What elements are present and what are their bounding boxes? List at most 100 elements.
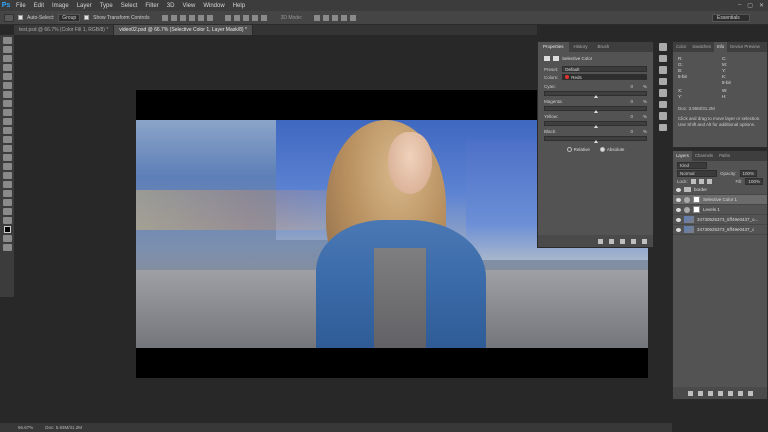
blend-mode-dropdown[interactable]: Normal [677, 169, 717, 177]
character-panel-icon[interactable] [659, 100, 667, 108]
slider-value-field[interactable]: 0% [617, 129, 647, 134]
slider-value[interactable]: 0 [630, 84, 633, 89]
distribute-left-icon[interactable] [251, 14, 258, 21]
slider-thumb[interactable] [593, 140, 598, 143]
link-layers-icon[interactable] [687, 390, 693, 396]
3d-roll-icon[interactable] [323, 14, 330, 21]
layer-mask-thumbnail[interactable] [693, 206, 700, 213]
relative-radio[interactable]: Relative [566, 147, 590, 153]
shape-tool-icon[interactable] [2, 190, 12, 197]
delete-icon[interactable] [642, 238, 647, 244]
menu-help[interactable]: Help [229, 3, 249, 9]
eye-icon[interactable] [676, 217, 681, 222]
slider-thumb[interactable] [593, 95, 598, 98]
slider-value[interactable]: 0 [630, 99, 633, 104]
pen-tool-icon[interactable] [2, 163, 12, 170]
lock-all-icon[interactable] [706, 178, 712, 184]
dodge-tool-icon[interactable] [2, 154, 12, 161]
opacity-field[interactable]: 100% [739, 169, 758, 177]
slider-value-field[interactable]: 0% [617, 84, 647, 89]
brush-presets-icon[interactable] [659, 89, 667, 97]
menu-view[interactable]: View [178, 3, 199, 9]
align-right-icon[interactable] [206, 14, 213, 21]
slider-value[interactable]: 0 [630, 129, 633, 134]
eraser-tool-icon[interactable] [2, 127, 12, 134]
absolute-radio[interactable]: Absolute [599, 147, 624, 153]
menu-image[interactable]: Image [48, 3, 73, 9]
colors-dropdown[interactable]: Reds [562, 74, 647, 80]
foreground-color-swatch[interactable] [3, 226, 11, 233]
align-bottom-icon[interactable] [179, 14, 186, 21]
layer-filter-dropdown[interactable]: Kind [677, 161, 707, 169]
layer-row[interactable]: 34730625373_6ff49e0437_o [673, 225, 767, 235]
path-select-tool-icon[interactable] [2, 181, 12, 188]
tab-channels[interactable]: Channels [692, 151, 716, 161]
move-tool-icon[interactable] [4, 13, 14, 22]
absolute-radio-dot[interactable] [599, 147, 605, 153]
slider-value-field[interactable]: 0% [617, 99, 647, 104]
tab-layers[interactable]: Layers [673, 151, 692, 161]
crop-tool-icon[interactable] [2, 73, 12, 80]
slider-track[interactable] [544, 121, 647, 128]
show-transform-checkbox[interactable] [84, 15, 90, 20]
slider-track[interactable] [544, 106, 647, 113]
new-group-icon[interactable] [727, 390, 733, 396]
close-icon[interactable]: ✕ [759, 2, 764, 9]
preset-dropdown[interactable]: Default [562, 66, 647, 72]
history-brush-tool-icon[interactable] [2, 118, 12, 125]
quick-mask-icon[interactable] [2, 235, 12, 242]
slider-track[interactable] [544, 136, 647, 143]
lock-position-icon[interactable] [698, 178, 704, 184]
adjustments-panel-icon[interactable] [659, 66, 667, 74]
menu-filter[interactable]: Filter [141, 3, 162, 9]
slider-thumb[interactable] [593, 125, 598, 128]
layer-mask-thumbnail[interactable] [693, 196, 700, 203]
tab-color[interactable]: Color [673, 42, 689, 52]
layer-row[interactable]: 34730625373_6ff49e0437_o... [673, 215, 767, 225]
tab-paths[interactable]: Paths [716, 151, 733, 161]
slider-value[interactable]: 0 [630, 114, 633, 119]
slider-value-field[interactable]: 0% [617, 114, 647, 119]
tab-properties[interactable]: Properties [538, 42, 569, 52]
maximize-icon[interactable]: ▢ [747, 2, 753, 9]
auto-select-checkbox[interactable] [18, 15, 23, 20]
layer-row[interactable]: Selective Color 1 [673, 195, 767, 205]
type-tool-icon[interactable] [2, 172, 12, 179]
menu-select[interactable]: Select [117, 3, 142, 9]
quick-select-tool-icon[interactable] [2, 64, 12, 71]
styles-panel-icon[interactable] [659, 77, 667, 85]
layer-row[interactable]: Levels 1 [673, 205, 767, 215]
tab-history[interactable]: History [569, 42, 593, 52]
3d-slide-icon[interactable] [341, 14, 348, 21]
minimize-icon[interactable]: – [738, 2, 741, 9]
brush-tool-icon[interactable] [2, 100, 12, 107]
screen-mode-icon[interactable] [2, 244, 12, 251]
3d-scale-icon[interactable] [350, 14, 357, 21]
blur-tool-icon[interactable] [2, 145, 12, 152]
fill-field[interactable]: 100% [745, 177, 763, 185]
tab-info[interactable]: Info [713, 42, 728, 52]
view-previous-icon[interactable] [609, 238, 614, 244]
menu-file[interactable]: File [12, 3, 30, 9]
3d-rotate-icon[interactable] [314, 14, 321, 21]
slider-track[interactable] [544, 91, 647, 98]
reset-icon[interactable] [620, 238, 625, 244]
distribute-top-icon[interactable] [224, 14, 231, 21]
align-hcenter-icon[interactable] [197, 14, 204, 21]
clone-stamp-tool-icon[interactable] [2, 109, 12, 116]
menu-edit[interactable]: Edit [30, 3, 48, 9]
eye-icon[interactable] [676, 207, 681, 212]
move-tool-icon[interactable] [2, 37, 12, 44]
slider-thumb[interactable] [593, 110, 598, 113]
lock-pixels-icon[interactable] [690, 178, 696, 184]
menu-type[interactable]: Type [96, 3, 117, 9]
zoom-level[interactable]: 66.67% [18, 425, 33, 430]
history-panel-icon[interactable] [659, 43, 667, 51]
layer-row[interactable]: border [673, 185, 767, 195]
auto-select-dropdown[interactable]: Group [58, 13, 81, 22]
menu-window[interactable]: Window [199, 3, 228, 9]
zoom-tool-icon[interactable] [2, 208, 12, 215]
delete-layer-icon[interactable] [747, 390, 753, 396]
visibility-icon[interactable] [631, 238, 636, 244]
hand-tool-icon[interactable] [2, 199, 12, 206]
